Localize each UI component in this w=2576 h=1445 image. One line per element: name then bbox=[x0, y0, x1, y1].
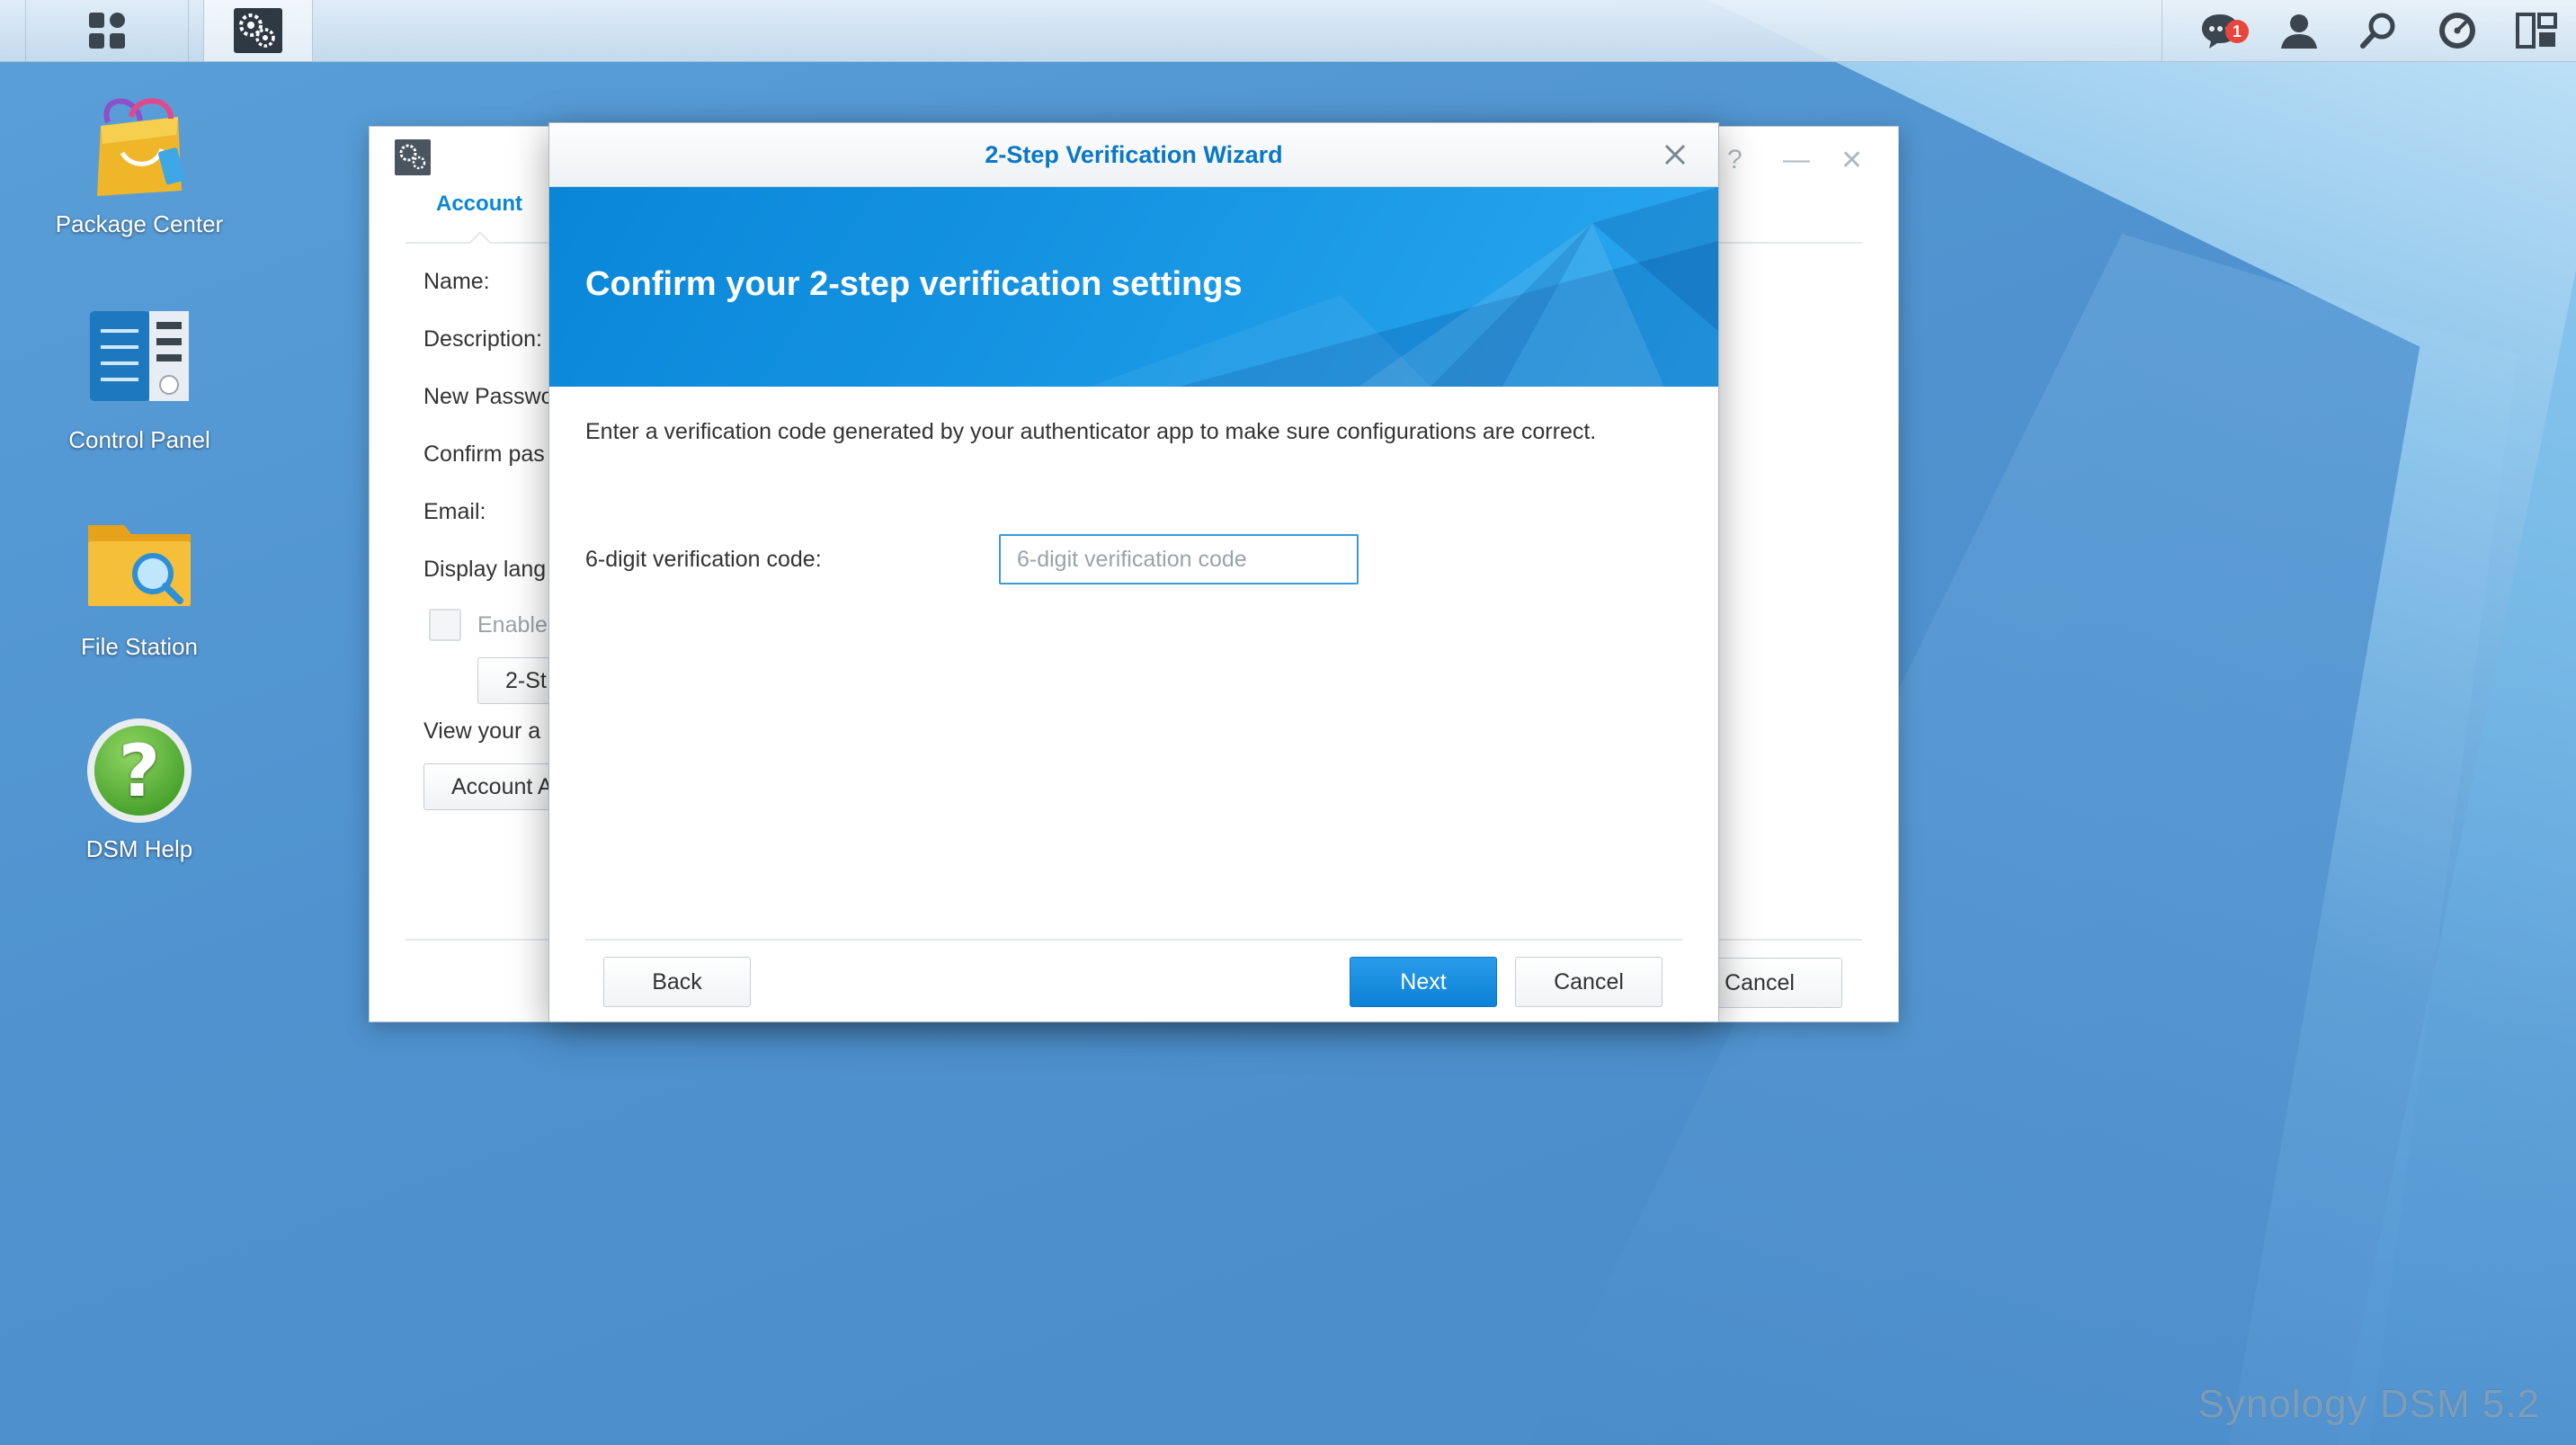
two-step-verification-wizard: 2-Step Verification Wizard Confirm your … bbox=[548, 122, 1719, 1022]
main-menu-button[interactable] bbox=[25, 0, 189, 61]
help-question-icon: ? bbox=[81, 715, 198, 832]
file-station-icon bbox=[81, 513, 198, 629]
desktop-icon-label: Package Center bbox=[55, 210, 224, 237]
display-language-label: Display lang bbox=[423, 557, 547, 582]
close-icon[interactable] bbox=[1659, 138, 1691, 171]
desktop-icon-package-center[interactable]: Package Center bbox=[49, 90, 229, 238]
wizard-heading: Confirm your 2-step verification setting… bbox=[585, 265, 1243, 303]
minimize-icon[interactable]: — bbox=[1783, 145, 1810, 175]
grid-menu-icon bbox=[89, 13, 125, 49]
description-label: Description: bbox=[423, 326, 542, 352]
enable-label: Enable bbox=[477, 612, 548, 638]
tab-account[interactable]: Account bbox=[436, 192, 522, 217]
tab-indicator bbox=[468, 231, 492, 254]
desktop-icon-label: DSM Help bbox=[85, 835, 193, 862]
search-button[interactable] bbox=[2339, 0, 2418, 61]
search-icon bbox=[2360, 13, 2395, 49]
verification-code-label: 6-digit verification code: bbox=[585, 547, 822, 572]
wizard-footer-divider bbox=[585, 939, 1682, 941]
taskbar-control-panel-button[interactable] bbox=[203, 0, 313, 61]
desktop-icon-label: Control Panel bbox=[68, 426, 210, 453]
help-icon[interactable]: ? bbox=[1727, 145, 1743, 175]
widgets-button[interactable] bbox=[2497, 0, 2576, 61]
widgets-icon bbox=[2516, 13, 2557, 49]
svg-text:?: ? bbox=[119, 729, 160, 813]
verification-code-input[interactable] bbox=[999, 534, 1359, 584]
desktop-icon-file-station[interactable]: File Station bbox=[49, 513, 229, 661]
new-password-label: New Passwo bbox=[423, 384, 554, 409]
notification-badge: 1 bbox=[2225, 20, 2249, 43]
taskbar: 1 bbox=[0, 0, 2576, 62]
cancel-button[interactable]: Cancel bbox=[1515, 957, 1662, 1007]
synology-brand-watermark: Synology DSM 5.2 bbox=[2197, 1382, 2540, 1426]
resource-monitor-button[interactable] bbox=[2418, 0, 2497, 61]
desktop-icon-dsm-help[interactable]: ? DSM Help bbox=[49, 715, 229, 863]
user-menu-button[interactable] bbox=[2260, 0, 2339, 61]
wizard-body: Enter a verification code generated by y… bbox=[549, 387, 1718, 926]
taskbar-tray: 1 bbox=[2162, 0, 2576, 61]
close-icon[interactable]: ✕ bbox=[1841, 145, 1863, 176]
confirm-password-label: Confirm pas bbox=[423, 442, 545, 467]
desktop-icon-control-panel[interactable]: Control Panel bbox=[49, 306, 229, 454]
wizard-description: Enter a verification code generated by y… bbox=[585, 419, 1597, 444]
desktop-icon-label: File Station bbox=[80, 633, 199, 660]
control-panel-icon bbox=[81, 306, 198, 423]
user-icon bbox=[2281, 14, 2317, 49]
gauge-icon bbox=[2439, 13, 2475, 49]
control-panel-gears-icon bbox=[234, 8, 282, 53]
next-button[interactable]: Next bbox=[1350, 957, 1497, 1007]
wizard-title: 2-Step Verification Wizard bbox=[985, 140, 1283, 168]
enable-2step-checkbox[interactable] bbox=[429, 609, 461, 641]
wizard-banner: Confirm your 2-step verification setting… bbox=[549, 187, 1718, 387]
back-button[interactable]: Back bbox=[603, 957, 751, 1007]
control-panel-gears-icon bbox=[395, 139, 431, 175]
name-label: Name: bbox=[423, 269, 490, 294]
wizard-title-bar: 2-Step Verification Wizard bbox=[549, 123, 1718, 187]
notifications-button[interactable]: 1 bbox=[2180, 0, 2260, 61]
package-center-icon bbox=[81, 90, 198, 207]
view-your-label: View your a bbox=[423, 718, 541, 744]
email-label: Email: bbox=[423, 499, 486, 524]
